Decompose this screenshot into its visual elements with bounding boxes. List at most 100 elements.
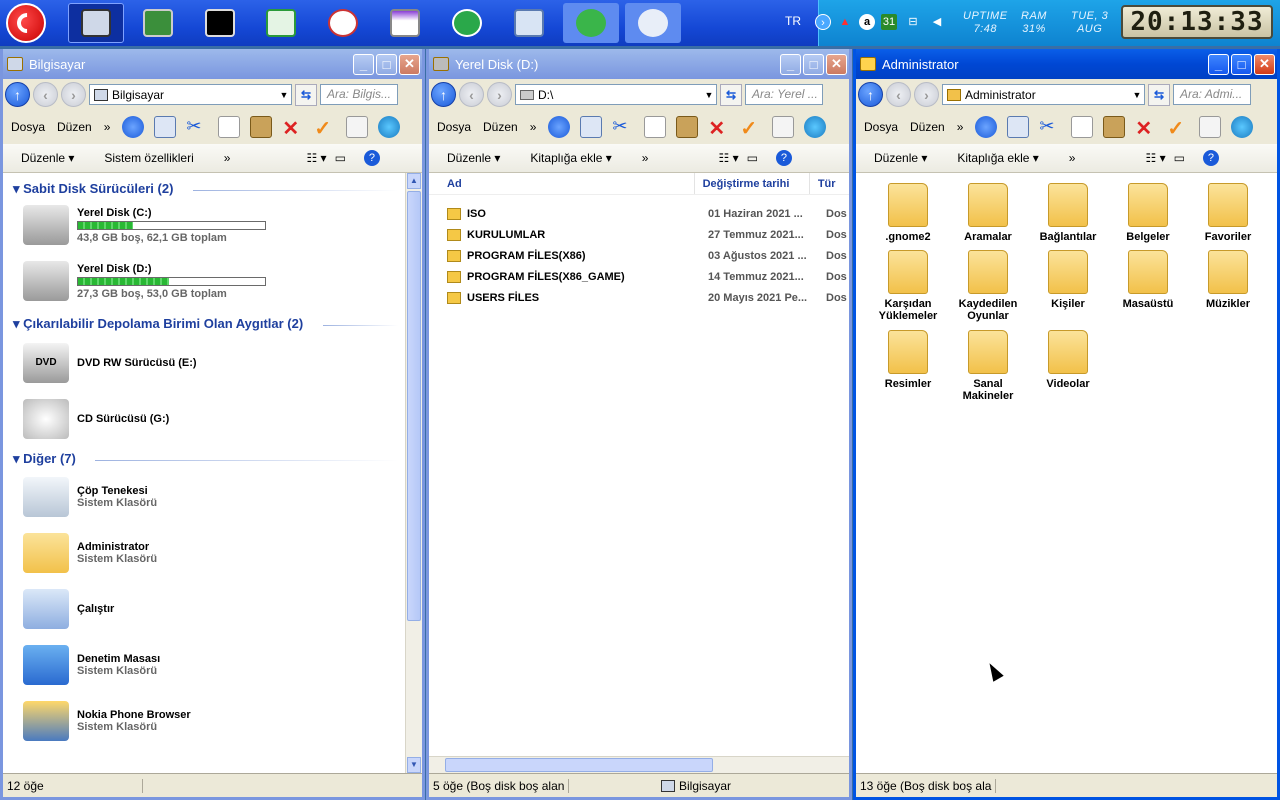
paste-icon[interactable] xyxy=(1103,116,1126,138)
help-icon[interactable]: ? xyxy=(363,150,380,166)
system-properties-button[interactable]: Sistem özellikleri xyxy=(104,151,193,165)
chevron-down-icon[interactable]: ▼ xyxy=(702,90,716,100)
copy-icon[interactable] xyxy=(1071,116,1094,138)
minimize-button[interactable]: _ xyxy=(353,53,374,75)
dvd-drive[interactable]: DVD DVD RW Sürücüsü (E:) xyxy=(23,343,197,383)
check-icon[interactable]: ✓ xyxy=(740,116,762,140)
group-other[interactable]: ▾ Diğer (7) xyxy=(13,451,76,467)
add-to-library-button[interactable]: Kitaplığa ekle ▾ xyxy=(530,151,611,165)
cd-drive[interactable]: CD Sürücüsü (G:) xyxy=(23,399,169,439)
address-bar[interactable]: Administrator ▼ xyxy=(942,84,1145,105)
taskbar-key-button[interactable] xyxy=(439,3,495,43)
menu-edit[interactable]: Düzen xyxy=(910,120,945,134)
scroll-down-arrow[interactable]: ▼ xyxy=(407,757,421,773)
more-commands-icon[interactable]: » xyxy=(642,151,649,165)
views-icon[interactable]: ☷ ▾ xyxy=(1145,151,1165,165)
help-icon[interactable]: ? xyxy=(1202,150,1219,166)
mail-icon[interactable] xyxy=(346,116,369,138)
volume-icon[interactable]: ◀ xyxy=(929,14,945,30)
chevron-right-icon[interactable]: › xyxy=(815,14,831,30)
cpu-icon[interactable]: ▲ xyxy=(837,14,853,30)
check-icon[interactable]: ✓ xyxy=(314,116,336,140)
menu-edit[interactable]: Düzen xyxy=(57,120,92,134)
folder-gnome2[interactable]: .gnome2 xyxy=(870,183,946,243)
up-folder-icon[interactable] xyxy=(548,116,571,138)
horizontal-scrollbar[interactable] xyxy=(429,756,849,773)
group-hard-drives[interactable]: ▾ Sabit Disk Sürücüleri (2) xyxy=(13,181,173,197)
calendar-icon[interactable]: 31 xyxy=(881,14,897,30)
table-row[interactable]: ISO 01 Haziran 2021 ... Dos xyxy=(447,203,849,224)
add-to-library-button[interactable]: Kitaplığa ekle ▾ xyxy=(957,151,1038,165)
taskbar-printer-button[interactable] xyxy=(501,3,557,43)
help-icon[interactable]: ? xyxy=(775,150,792,166)
globe-icon[interactable] xyxy=(1231,116,1254,138)
refresh-button[interactable]: ⇆ xyxy=(1148,83,1170,106)
column-type[interactable]: Tür xyxy=(810,173,849,194)
maximize-button[interactable]: □ xyxy=(1231,53,1252,75)
chevron-down-icon[interactable]: ▼ xyxy=(277,90,291,100)
organize-button[interactable]: Düzenle ▾ xyxy=(447,151,500,165)
language-indicator[interactable]: TR xyxy=(785,14,801,28)
folder-downloads[interactable]: Karşıdan Yüklemeler xyxy=(870,250,946,322)
antivirus-icon[interactable]: a xyxy=(859,14,875,30)
minimize-button[interactable]: _ xyxy=(780,53,801,75)
preview-pane-icon[interactable]: ▭ xyxy=(335,151,346,165)
network-icon[interactable]: ⊟ xyxy=(905,14,921,30)
administrator-folder[interactable]: Administrator Sistem Klasörü xyxy=(23,533,157,573)
drive-d[interactable]: Yerel Disk (D:) 27,3 GB boş, 53,0 GB top… xyxy=(23,261,266,301)
maximize-button[interactable]: □ xyxy=(376,53,397,75)
scroll-up-arrow[interactable]: ▲ xyxy=(407,173,421,189)
taskbar-window-button[interactable] xyxy=(377,3,433,43)
taskbar-cmd-button[interactable] xyxy=(192,3,248,43)
check-icon[interactable]: ✓ xyxy=(1167,116,1189,140)
more-commands-icon[interactable]: » xyxy=(1069,151,1076,165)
search-input[interactable]: Ara: Yerel ... xyxy=(745,84,823,105)
folder-contacts[interactable]: Kişiler xyxy=(1030,250,1106,310)
paste-icon[interactable] xyxy=(250,116,273,138)
title-bar[interactable]: Bilgisayar _ □ ✕ xyxy=(3,49,422,79)
back-button[interactable]: ‹ xyxy=(33,82,58,107)
menu-more-icon[interactable]: » xyxy=(957,120,964,134)
up-folder-icon[interactable] xyxy=(122,116,145,138)
folder-favorites[interactable]: Favoriler xyxy=(1190,183,1266,243)
more-commands-icon[interactable]: » xyxy=(224,151,231,165)
close-button[interactable]: ✕ xyxy=(1254,53,1275,75)
folder-pictures[interactable]: Resimler xyxy=(870,330,946,390)
back-button[interactable]: ‹ xyxy=(886,82,911,107)
folder-virtual-machines[interactable]: Sanal Makineler xyxy=(950,330,1026,402)
folders-pane-icon[interactable] xyxy=(1007,116,1030,138)
menu-file[interactable]: Dosya xyxy=(437,120,471,134)
up-button[interactable]: ↑ xyxy=(431,82,456,107)
menu-more-icon[interactable]: » xyxy=(104,120,111,134)
taskbar-moon-button[interactable] xyxy=(625,3,681,43)
forward-button[interactable]: › xyxy=(61,82,86,107)
delete-icon[interactable]: ✕ xyxy=(708,116,730,140)
maximize-button[interactable]: □ xyxy=(803,53,824,75)
close-button[interactable]: ✕ xyxy=(826,53,847,75)
taskbar-compass-button[interactable] xyxy=(315,3,371,43)
minimize-button[interactable]: _ xyxy=(1208,53,1229,75)
address-bar[interactable]: Bilgisayar ▼ xyxy=(89,84,292,105)
taskbar-monitor-button[interactable] xyxy=(130,3,186,43)
column-name[interactable]: Ad xyxy=(429,173,695,194)
organize-button[interactable]: Düzenle ▾ xyxy=(874,151,927,165)
menu-file[interactable]: Dosya xyxy=(864,120,898,134)
folders-pane-icon[interactable] xyxy=(580,116,603,138)
menu-more-icon[interactable]: » xyxy=(530,120,537,134)
table-row[interactable]: USERS FİLES 20 Mayıs 2021 Pe... Dos xyxy=(447,287,849,308)
up-button[interactable]: ↑ xyxy=(858,82,883,107)
copy-icon[interactable] xyxy=(218,116,241,138)
table-row[interactable]: PROGRAM FİLES(X86_GAME) 14 Temmuz 2021...… xyxy=(447,266,849,287)
up-button[interactable]: ↑ xyxy=(5,82,30,107)
refresh-button[interactable]: ⇆ xyxy=(720,83,742,106)
folder-searches[interactable]: Aramalar xyxy=(950,183,1026,243)
scroll-thumb[interactable] xyxy=(445,758,713,772)
forward-button[interactable]: › xyxy=(914,82,939,107)
address-bar[interactable]: D:\ ▼ xyxy=(515,84,717,105)
folder-videos[interactable]: Videolar xyxy=(1030,330,1106,390)
title-bar[interactable]: Administrator _ □ ✕ xyxy=(856,49,1277,79)
group-removable[interactable]: ▾ Çıkarılabilir Depolama Birimi Olan Ayg… xyxy=(13,316,303,332)
mail-icon[interactable] xyxy=(772,116,795,138)
taskbar-recycle-button[interactable] xyxy=(253,3,309,43)
refresh-button[interactable]: ⇆ xyxy=(295,83,317,106)
